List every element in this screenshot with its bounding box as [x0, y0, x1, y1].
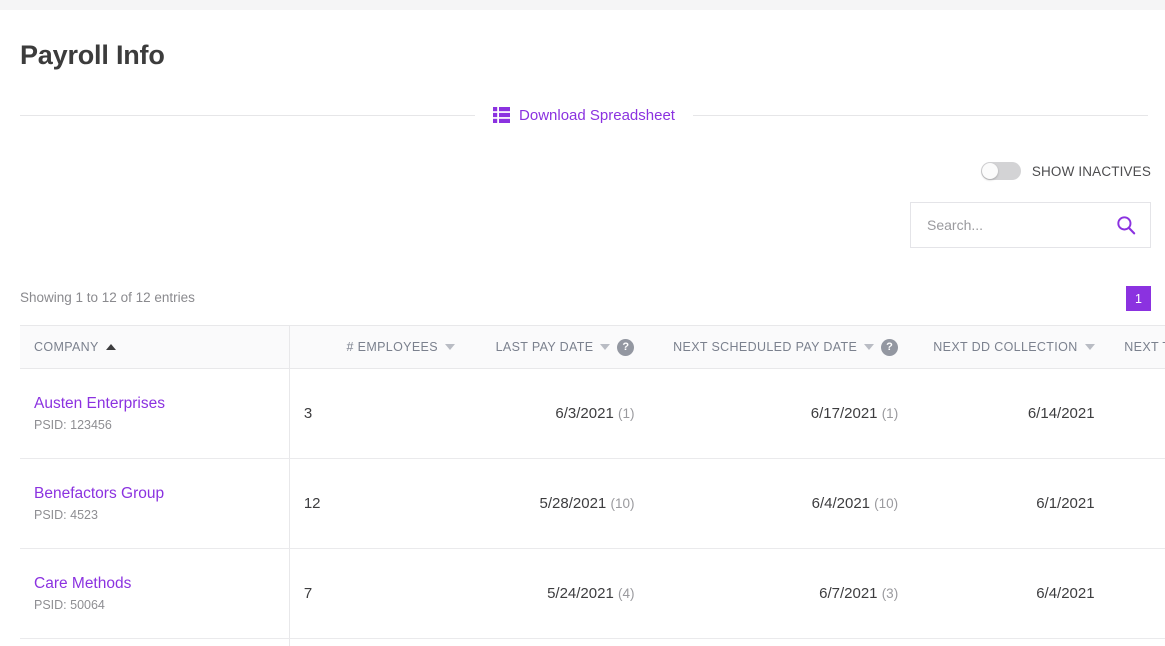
cell-next-scheduled-pay-date: 6/7/2021 (3)	[648, 549, 912, 639]
cell-employees	[289, 639, 469, 646]
toggle-knob	[982, 163, 998, 179]
cell-last-pay-date: 5/28/2021 (10)	[469, 459, 649, 549]
download-divider-row: Download Spreadsheet	[20, 104, 1148, 126]
list-grid-icon	[493, 107, 510, 123]
download-spreadsheet-label: Download Spreadsheet	[519, 107, 675, 124]
column-header-last-pay-date-label: LAST PAY DATE	[496, 341, 594, 354]
table-row	[20, 639, 1165, 646]
last-pay-date-count: (4)	[618, 586, 635, 601]
help-icon[interactable]: ?	[881, 339, 898, 356]
download-spreadsheet-link[interactable]: Download Spreadsheet	[475, 107, 693, 124]
sort-descending-icon[interactable]	[1085, 344, 1095, 350]
cell-company: Benefactors Group PSID: 4523	[20, 459, 289, 549]
column-header-company-label: COMPANY	[34, 341, 99, 354]
cell-next-dd-collection	[912, 639, 1108, 646]
next-scheduled-pay-date-value: 6/4/2021	[812, 495, 870, 512]
column-header-employees-label: # EMPLOYEES	[347, 341, 438, 354]
table-header-row: COMPANY # EMPLOYEES LAST PAY DATE	[20, 326, 1165, 369]
search-input[interactable]	[927, 217, 1116, 233]
next-scheduled-pay-date-value: 6/7/2021	[819, 585, 877, 602]
sort-descending-icon[interactable]	[864, 344, 874, 350]
show-inactives-label: SHOW INACTIVES	[1032, 164, 1151, 179]
help-icon[interactable]: ?	[617, 339, 634, 356]
pagination-page-1[interactable]: 1	[1126, 286, 1151, 311]
cell-company: Care Methods PSID: 50064	[20, 549, 289, 639]
sort-descending-icon[interactable]	[445, 344, 455, 350]
column-header-last-pay-date[interactable]: LAST PAY DATE ?	[469, 326, 649, 369]
sort-descending-icon[interactable]	[600, 344, 610, 350]
cell-next-scheduled-pay-date: 6/17/2021 (1)	[648, 369, 912, 459]
column-header-next-dd-collection-label: NEXT DD COLLECTION	[933, 341, 1077, 354]
table-row: Benefactors Group PSID: 4523 12 5/28/202…	[20, 459, 1165, 549]
last-pay-date-count: (10)	[610, 496, 634, 511]
last-pay-date-value: 5/24/2021	[547, 585, 614, 602]
company-link[interactable]: Austen Enterprises	[34, 395, 275, 414]
show-inactives-control[interactable]: SHOW INACTIVES	[981, 162, 1151, 180]
cell-next-scheduled-pay-date: 6/4/2021 (10)	[648, 459, 912, 549]
next-scheduled-pay-date-value: 6/17/2021	[811, 405, 878, 422]
cell-next-tax-collection: N/A	[1109, 369, 1165, 459]
column-header-company[interactable]: COMPANY	[20, 326, 289, 369]
cell-last-pay-date	[469, 639, 649, 646]
last-pay-date-value: 6/3/2021	[555, 405, 613, 422]
next-scheduled-pay-date-count: (10)	[874, 496, 898, 511]
page-title: Payroll Info	[20, 40, 165, 71]
pagination[interactable]: 1	[1126, 286, 1151, 311]
cell-last-pay-date: 5/24/2021 (4)	[469, 549, 649, 639]
payroll-table: COMPANY # EMPLOYEES LAST PAY DATE	[20, 325, 1165, 646]
table-header: COMPANY # EMPLOYEES LAST PAY DATE	[20, 326, 1165, 369]
column-header-employees[interactable]: # EMPLOYEES	[289, 326, 469, 369]
show-inactives-toggle[interactable]	[981, 162, 1021, 180]
table-body: Austen Enterprises PSID: 123456 3 6/3/20…	[20, 369, 1165, 646]
column-header-next-scheduled-pay-date-label: NEXT SCHEDULED PAY DATE	[673, 341, 857, 354]
company-psid: PSID: 123456	[34, 418, 275, 432]
cell-next-scheduled-pay-date	[648, 639, 912, 646]
last-pay-date-value: 5/28/2021	[540, 495, 607, 512]
cell-company	[20, 639, 289, 646]
company-link[interactable]: Benefactors Group	[34, 485, 275, 504]
divider-right	[693, 115, 1148, 116]
cell-next-dd-collection: 6/14/2021	[912, 369, 1108, 459]
table-row: Care Methods PSID: 50064 7 5/24/2021 (4)…	[20, 549, 1165, 639]
search-icon[interactable]	[1116, 215, 1136, 235]
cell-next-tax-collection	[1109, 639, 1165, 646]
table-row: Austen Enterprises PSID: 123456 3 6/3/20…	[20, 369, 1165, 459]
divider-left	[20, 115, 475, 116]
column-header-next-tax-collection[interactable]: NEXT TAX COLLECTION	[1109, 326, 1165, 369]
column-header-next-dd-collection[interactable]: NEXT DD COLLECTION	[912, 326, 1108, 369]
company-psid: PSID: 50064	[34, 598, 275, 612]
column-header-next-scheduled-pay-date[interactable]: NEXT SCHEDULED PAY DATE ?	[648, 326, 912, 369]
company-link[interactable]: Care Methods	[34, 575, 275, 594]
top-strip	[0, 0, 1165, 10]
cell-company: Austen Enterprises PSID: 123456	[20, 369, 289, 459]
last-pay-date-count: (1)	[618, 406, 635, 421]
next-scheduled-pay-date-count: (1)	[882, 406, 899, 421]
cell-employees: 7	[289, 549, 469, 639]
cell-last-pay-date: 6/3/2021 (1)	[469, 369, 649, 459]
payroll-table-container: COMPANY # EMPLOYEES LAST PAY DATE	[20, 325, 1165, 646]
cell-employees: 3	[289, 369, 469, 459]
search-box[interactable]	[910, 202, 1151, 248]
cell-employees: 12	[289, 459, 469, 549]
next-scheduled-pay-date-count: (3)	[882, 586, 899, 601]
cell-next-tax-collection: N/A	[1109, 549, 1165, 639]
showing-entries-text: Showing 1 to 12 of 12 entries	[20, 290, 195, 305]
sort-ascending-icon[interactable]	[106, 344, 116, 350]
payroll-info-page: Payroll Info Download Spreadsheet SHOW I…	[0, 10, 1165, 646]
cell-next-dd-collection: 6/1/2021	[912, 459, 1108, 549]
company-psid: PSID: 4523	[34, 508, 275, 522]
cell-next-dd-collection: 6/4/2021	[912, 549, 1108, 639]
column-header-next-tax-collection-label: NEXT TAX COLLECTION	[1124, 341, 1165, 354]
cell-next-tax-collection: 6/3/2021	[1109, 459, 1165, 549]
